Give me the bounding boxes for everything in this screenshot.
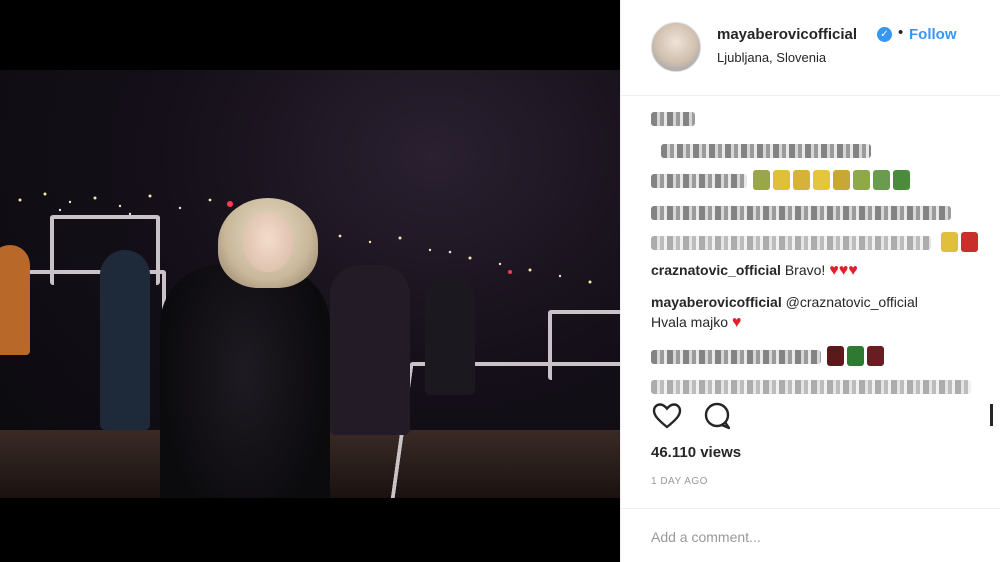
heart-emoji-icon: ♥ [731,314,742,331]
obscured-emoji-row [753,170,910,190]
obscured-comment [651,174,747,188]
obscured-comment [651,112,695,126]
comment-text: Hvala majko [651,314,729,330]
verified-badge-icon: ✓ [877,27,892,42]
comment-username[interactable]: craznatovic_official [651,262,781,278]
obscured-emoji-row [827,346,884,366]
add-comment-bar [621,508,1000,562]
post-actions [651,400,991,432]
woman-face [243,212,293,272]
obscured-comment [651,350,821,364]
scrollbar-thumb[interactable] [990,404,993,426]
obscured-comment [651,236,931,250]
obscured-emoji-row [941,232,978,252]
separator-dot: • [898,24,904,41]
heart-outline-icon[interactable] [651,400,683,432]
bystander-figure [330,265,410,435]
follow-button[interactable]: Follow [909,26,957,43]
obscured-comment [651,380,971,394]
comment-bubble-icon[interactable] [701,400,733,432]
woman-fur-coat [160,265,330,498]
comment-username[interactable]: mayaberovicofficial [651,294,782,310]
bystander-figure [0,245,30,355]
heart-emoji-icon: ♥♥♥ [829,262,858,279]
bystander-figure [425,275,475,395]
obscured-comment [651,206,951,220]
post-timestamp[interactable]: 1 day ago [651,476,708,487]
view-count[interactable]: 46.110 views [651,444,741,461]
comments-list[interactable]: craznatovic_official Bravo! ♥♥♥ mayabero… [651,108,991,398]
avatar[interactable] [651,22,701,72]
comment-mention[interactable]: @craznatovic_official [782,294,918,310]
post-sidebar: mayaberovicofficial ✓ • Follow Ljubljana… [620,0,1000,562]
post-media[interactable] [0,0,620,562]
post-photo[interactable] [0,70,620,498]
location-link[interactable]: Ljubljana, Slovenia [717,50,826,65]
post-header: mayaberovicofficial ✓ • Follow Ljubljana… [621,0,1000,96]
obscured-comment [661,144,871,158]
comment-item: mayaberovicofficial @craznatovic_officia… [651,292,918,333]
comment-text: Bravo! [780,262,826,278]
comment-item: craznatovic_official Bravo! ♥♥♥ [651,260,858,281]
bystander-figure [100,250,150,430]
add-comment-input[interactable] [651,525,971,549]
username-link[interactable]: mayaberovicofficial [717,26,857,43]
railing-far-right [548,310,620,380]
